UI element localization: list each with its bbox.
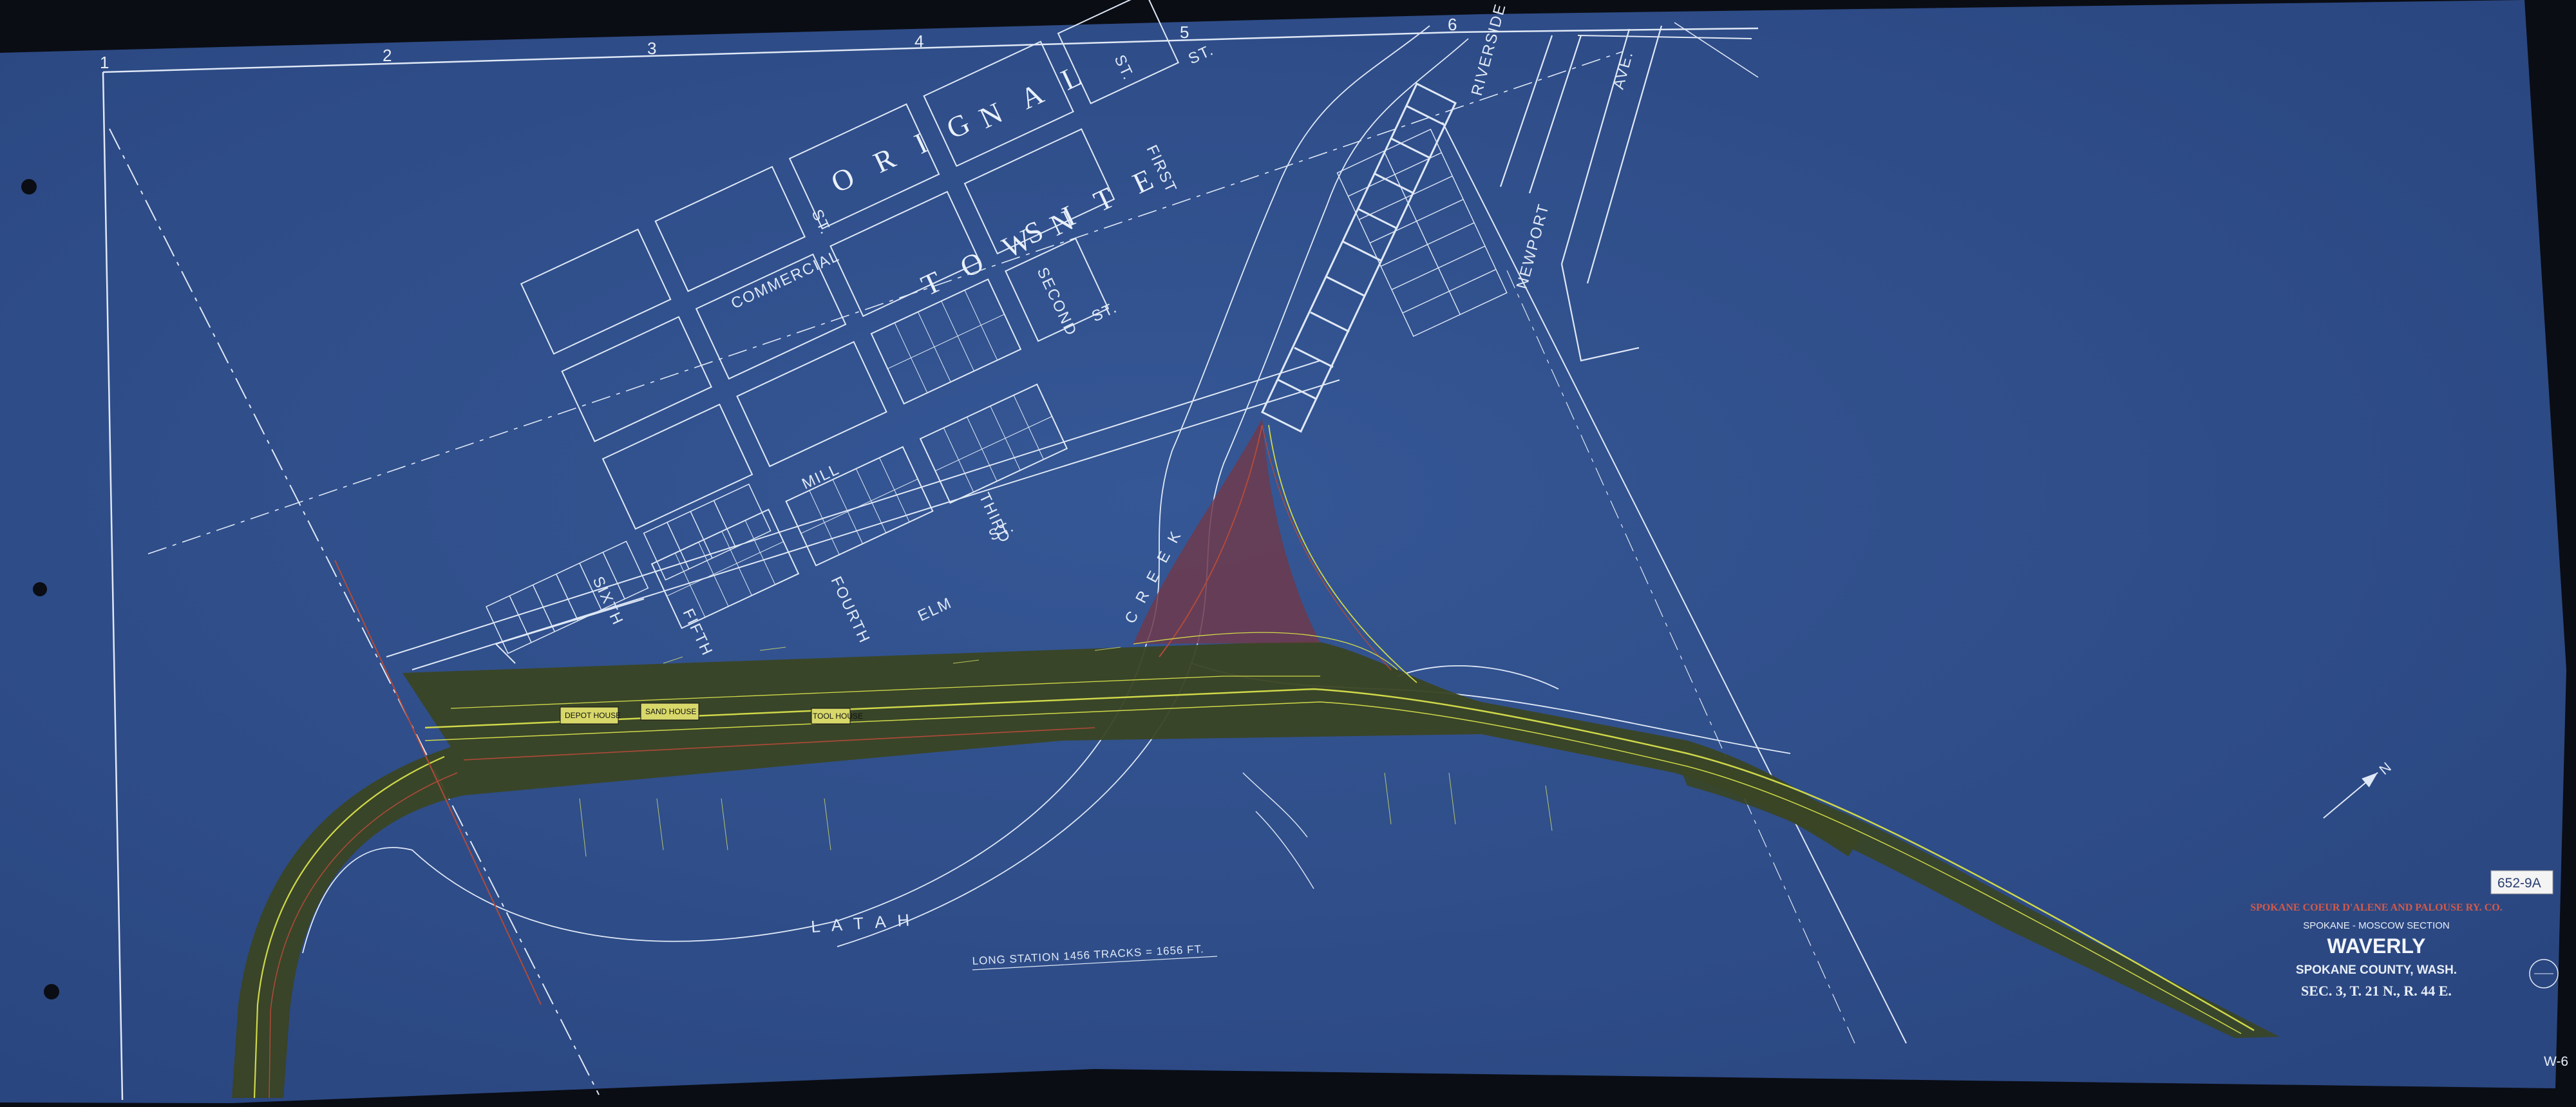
title-station: WAVERLY: [2327, 934, 2426, 958]
grid-label-3: 3: [647, 39, 656, 58]
sheet-tag: 652-9A: [2490, 870, 2553, 894]
sand-house: SAND HOUSE: [640, 703, 699, 721]
sand-house-label: SAND HOUSE: [645, 707, 696, 716]
depot-house-label: DEPOT HOUSE: [565, 711, 621, 720]
sheet-tag-label: 652-9A: [2497, 876, 2541, 891]
depot-house: DEPOT HOUSE: [560, 706, 621, 724]
grid-label-5: 5: [1180, 23, 1189, 42]
title-company: SPOKANE COEUR D'ALENE AND PALOUSE RY. CO…: [2250, 902, 2503, 913]
title-county: SPOKANE COUNTY, WASH.: [2296, 963, 2457, 977]
title-section: SPOKANE - MOSCOW SECTION: [2303, 920, 2450, 931]
grid-label-1: 1: [100, 53, 109, 72]
grid-label-2: 2: [383, 46, 392, 65]
grid-label-6: 6: [1448, 15, 1457, 34]
grid-label-4: 4: [914, 32, 923, 51]
title-legal: SEC. 3, T. 21 N., R. 44 E.: [2301, 983, 2452, 999]
tool-house-label: TOOL HOUSE: [813, 712, 863, 721]
blueprint-map: 1 2 3 4 5 6 DEPOT HOUSE SAND HOUSE TOOL …: [0, 0, 2576, 1107]
sheet-number: W-6: [2544, 1054, 2568, 1069]
